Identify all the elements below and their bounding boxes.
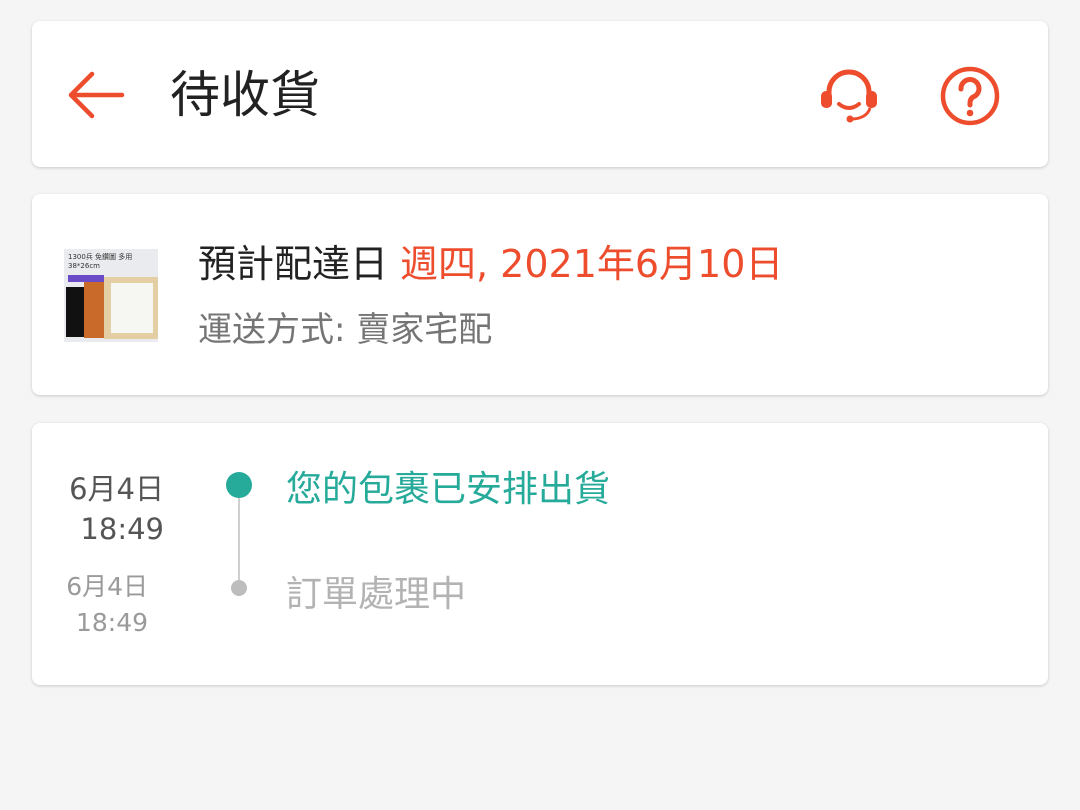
event-timestamp: 6月4日 18:49 (60, 469, 164, 549)
page-title: 待收貨 (170, 66, 320, 124)
timeline-line (238, 498, 240, 588)
timeline-dot (231, 580, 247, 596)
event-date: 6月4日 (66, 572, 148, 601)
eta-label: 預計配達日 (198, 242, 389, 286)
product-thumbnail: 1300兵 免鑽圖 多用 38*26cm (64, 249, 158, 342)
thumbnail-tag (68, 275, 104, 282)
delivery-info-card[interactable]: 1300兵 免鑽圖 多用 38*26cm 預計配達日 週四, 2021年6月10日… (32, 194, 1048, 395)
event-timestamp: 6月4日 18:49 (60, 569, 148, 641)
event-time: 18:49 (75, 608, 148, 637)
help-button[interactable] (938, 64, 1002, 128)
arrow-left-icon (68, 71, 125, 119)
back-button[interactable] (64, 61, 128, 125)
thumbnail-caption: 1300兵 免鑽圖 多用 38*26cm (68, 253, 133, 270)
event-date: 6月4日 (69, 472, 164, 506)
eta-date: 週四, 2021年6月10日 (400, 242, 784, 286)
event-status-text: 您的包裹已安排出貨 (286, 469, 611, 510)
shipping-method: 運送方式: 賣家宅配 (198, 310, 493, 350)
event-time: 18:49 (80, 512, 164, 546)
frame-board (111, 283, 153, 333)
event-status-text: 訂單處理中 (286, 574, 467, 615)
customer-service-button[interactable] (817, 64, 881, 128)
question-circle-icon (940, 66, 1000, 126)
headset-icon (821, 69, 877, 123)
estimated-delivery-row: 預計配達日 週四, 2021年6月10日 (198, 238, 783, 290)
timeline-dot-active (226, 472, 252, 498)
header-bar: 待收貨 (32, 21, 1048, 167)
tracking-card[interactable]: 6月4日 18:49 您的包裹已安排出貨 6月4日 18:49 訂單處理中 (32, 423, 1048, 685)
